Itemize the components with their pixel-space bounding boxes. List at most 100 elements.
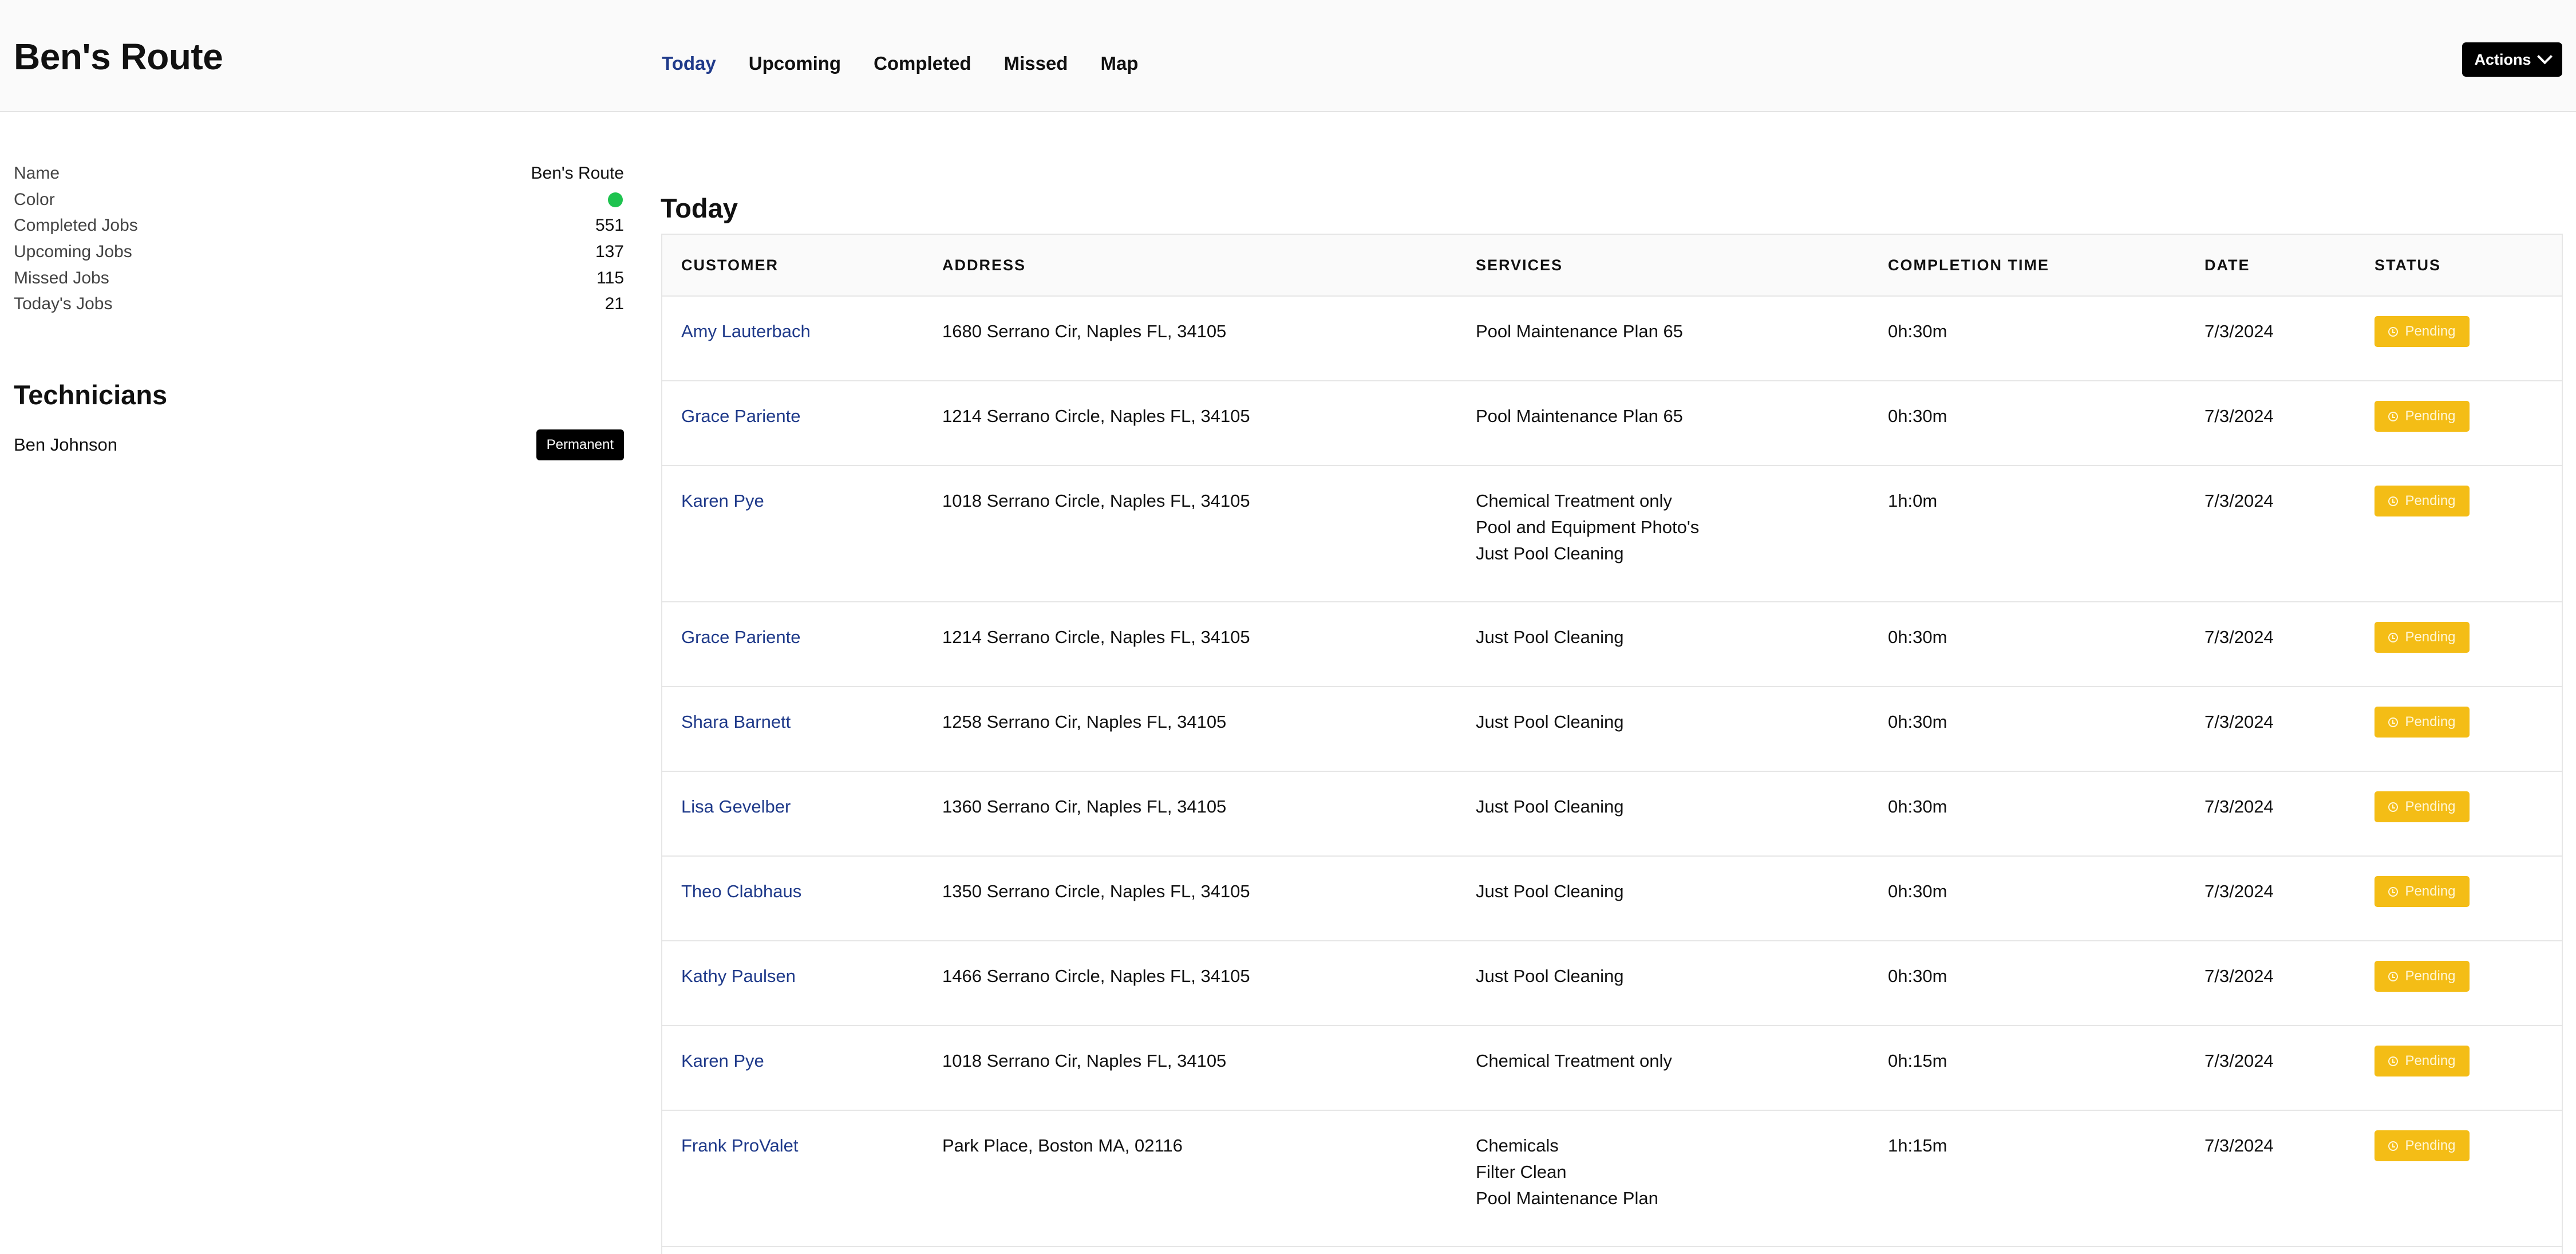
service-item: Chemicals <box>1476 1135 1559 1156</box>
date-cell: 7/3/2024 <box>2204 491 2274 511</box>
info-label: Completed Jobs <box>14 216 138 235</box>
customer-cell[interactable]: Karen Pye <box>681 488 764 514</box>
status-label: Pending <box>2405 493 2456 508</box>
permanent-badge: Permanent <box>536 429 624 460</box>
clock-icon <box>2388 496 2399 506</box>
status-badge[interactable]: Pending <box>2374 961 2470 992</box>
tab-upcoming[interactable]: Upcoming <box>749 49 841 78</box>
services-cell: Just Pool Cleaning <box>1476 794 1624 820</box>
chevron-down-icon <box>2537 48 2553 64</box>
status-label: Pending <box>2405 968 2456 984</box>
date-cell: 7/3/2024 <box>2204 627 2274 647</box>
completion-time-cell: 0h:30m <box>1888 321 1947 341</box>
address-cell: 1360 Serrano Cir, Naples FL, 34105 <box>942 796 1227 817</box>
status-badge[interactable]: Pending <box>2374 401 2470 432</box>
status-label: Pending <box>2405 884 2456 899</box>
tab-completed[interactable]: Completed <box>874 49 971 78</box>
completion-time-cell: 0h:30m <box>1888 406 1947 426</box>
completion-time-cell: 0h:30m <box>1888 712 1947 732</box>
services-cell: Pool Maintenance Plan 65 <box>1476 403 1683 429</box>
customer-cell[interactable]: Frank ProValet <box>681 1133 798 1159</box>
completion-time-cell: 0h:30m <box>1888 796 1947 817</box>
service-item: Pool Maintenance Plan 65 <box>1476 321 1683 341</box>
page-title: Ben's Route <box>14 36 223 77</box>
status-badge[interactable]: Pending <box>2374 1046 2470 1076</box>
status-badge[interactable]: Pending <box>2374 876 2470 907</box>
services-cell: Just Pool Cleaning <box>1476 963 1624 989</box>
completion-time-cell: 1h:0m <box>1888 491 1938 511</box>
clock-icon <box>2388 1056 2399 1066</box>
clock-icon <box>2388 886 2399 897</box>
service-item: Just Pool Cleaning <box>1476 712 1624 732</box>
customer-cell[interactable]: Lisa Gevelber <box>681 794 791 820</box>
clock-icon <box>2388 717 2399 727</box>
table-row: Lisa Gevelber 1360 Serrano Cir, Naples FL… <box>662 772 2562 857</box>
address-cell: 1214 Serrano Circle, Naples FL, 34105 <box>942 406 1250 426</box>
info-label: Upcoming Jobs <box>14 242 132 261</box>
services-cell: Chemicals Filter Clean Pool Maintenance Pl… <box>1476 1133 1658 1212</box>
completion-time-cell: 0h:15m <box>1888 1051 1947 1071</box>
clock-icon <box>2388 802 2399 812</box>
services-cell: Pool Maintenance Plan 65 <box>1476 318 1683 345</box>
status-badge[interactable]: Pending <box>2374 1130 2470 1161</box>
section-title: Today <box>661 193 738 223</box>
technician-name[interactable]: Ben Johnson <box>14 435 117 455</box>
status-badge[interactable]: Pending <box>2374 622 2470 653</box>
status-label: Pending <box>2405 324 2456 339</box>
date-cell: 7/3/2024 <box>2204 321 2274 341</box>
page-header: Ben's Route Today Upcoming Completed Missed… <box>0 0 2576 112</box>
services-cell: Just Pool Cleaning <box>1476 624 1624 650</box>
table-row: Grace Pariente 1214 Serrano Circle, Naple… <box>662 602 2562 687</box>
technician-item: Ben Johnson Permanent <box>14 429 624 460</box>
status-label: Pending <box>2405 1053 2456 1068</box>
status-badge[interactable]: Pending <box>2374 486 2470 516</box>
table-row: Karen Pye 1018 Serrano Circle, Naples FL,… <box>662 466 2562 602</box>
completion-time-cell: 0h:30m <box>1888 627 1947 647</box>
clock-icon <box>2388 632 2399 642</box>
info-value: 21 <box>605 294 624 314</box>
info-row-upcoming-jobs: Upcoming Jobs 137 <box>14 239 624 265</box>
address-cell: 1466 Serrano Circle, Naples FL, 34105 <box>942 966 1250 986</box>
customer-cell[interactable]: Kathy Paulsen <box>681 963 796 989</box>
tab-map[interactable]: Map <box>1100 49 1138 78</box>
info-row-completed-jobs: Completed Jobs 551 <box>14 212 624 239</box>
actions-button[interactable]: Actions <box>2462 42 2562 77</box>
service-item: Pool and Equipment Photo's <box>1476 517 1700 537</box>
status-label: Pending <box>2405 799 2456 814</box>
service-item: Chemical Treatment only <box>1476 1051 1672 1071</box>
tab-today[interactable]: Today <box>662 49 716 78</box>
tab-missed[interactable]: Missed <box>1004 49 1068 78</box>
customer-cell[interactable]: Grace Pariente <box>681 403 801 429</box>
date-cell: 7/3/2024 <box>2204 796 2274 817</box>
route-color-dot <box>608 192 623 207</box>
clock-icon <box>2388 411 2399 421</box>
status-badge[interactable]: Pending <box>2374 316 2470 347</box>
actions-label: Actions <box>2474 50 2531 68</box>
date-cell: 7/3/2024 <box>2204 881 2274 901</box>
status-label: Pending <box>2405 1138 2456 1153</box>
service-item: Pool Maintenance Plan 65 <box>1476 406 1683 426</box>
service-item: Just Pool Cleaning <box>1476 881 1624 901</box>
table-row: Karen Pye 1018 Serrano Cir, Naples FL, 34… <box>662 1026 2562 1111</box>
status-badge[interactable]: Pending <box>2374 707 2470 738</box>
route-info-panel: Name Ben's Route Color Completed Jobs 551 Upc… <box>14 160 624 317</box>
info-label: Name <box>14 163 60 183</box>
customer-cell[interactable]: Amy Lauterbach <box>681 318 811 345</box>
technicians-title: Technicians <box>14 380 168 410</box>
info-row-name: Name Ben's Route <box>14 160 624 187</box>
customer-cell[interactable]: Karen Pye <box>681 1048 764 1074</box>
column-header-services: SERVICES <box>1476 257 1563 274</box>
customer-cell[interactable]: Theo Clabhaus <box>681 878 801 905</box>
address-cell: 1214 Serrano Circle, Naples FL, 34105 <box>942 627 1250 647</box>
clock-icon <box>2388 1141 2399 1151</box>
route-tabs: Today Upcoming Completed Missed Map <box>662 49 1171 78</box>
info-value: 137 <box>595 242 624 261</box>
table-row: Theo Clabhaus 1350 Serrano Circle, Naples… <box>662 857 2562 941</box>
address-cell: 1018 Serrano Circle, Naples FL, 34105 <box>942 491 1250 511</box>
info-label: Today's Jobs <box>14 294 113 314</box>
customer-cell[interactable]: Grace Pariente <box>681 624 801 650</box>
column-header-completion-time: COMPLETION TIME <box>1888 257 2049 274</box>
customer-cell[interactable]: Shara Barnett <box>681 709 791 735</box>
status-badge[interactable]: Pending <box>2374 791 2470 822</box>
service-item: Filter Clean <box>1476 1162 1567 1182</box>
